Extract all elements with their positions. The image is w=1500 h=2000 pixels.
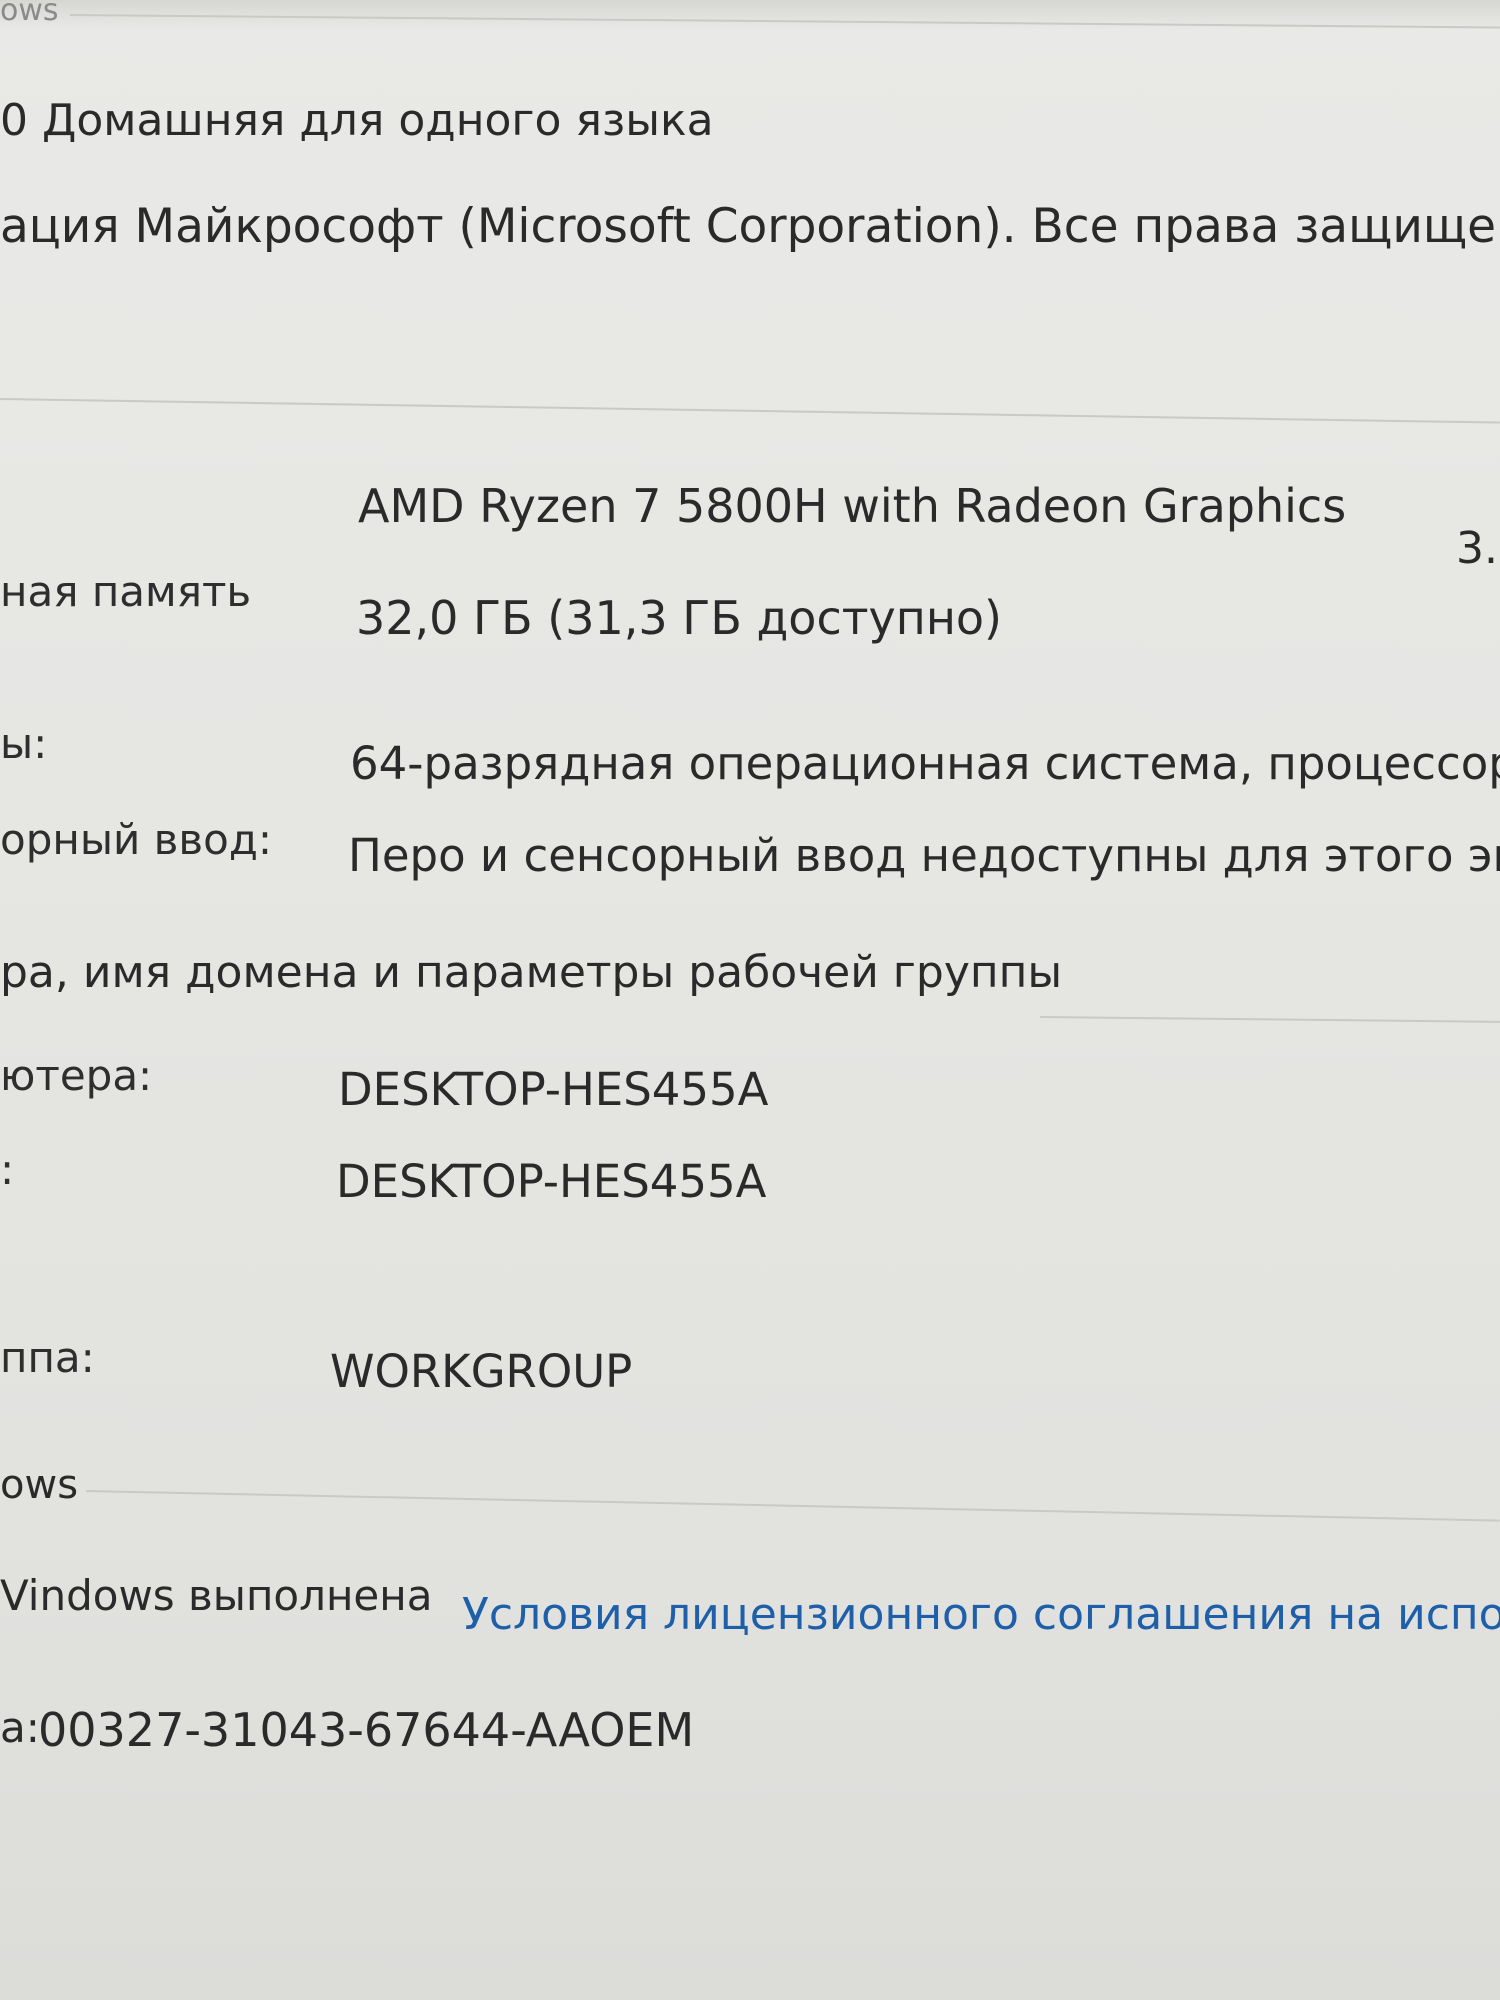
computer-name-section-divider xyxy=(1039,1016,1500,1023)
processor-value: AMD Ryzen 7 5800H with Radeon Graphics xyxy=(358,479,1347,533)
pen-touch-label: орный ввод: xyxy=(0,815,273,864)
computer-name-value: DESKTOP-HES455A xyxy=(338,1063,769,1116)
windows-edition: 0 Домашняя для одного языка xyxy=(0,95,714,146)
activation-status: Vindows выполнена xyxy=(0,1571,433,1620)
system-properties-window: ows 0 Домашняя для одного языка ация Май… xyxy=(0,0,1500,2000)
copyright-text: ация Майкрософт (Microsoft Corporation).… xyxy=(0,199,1500,254)
system-type-value: 64-разрядная операционная система, проце… xyxy=(350,737,1500,790)
computer-name-label: ютера: xyxy=(0,1051,153,1100)
license-terms-link[interactable]: Условия лицензионного соглашения на испо xyxy=(462,1589,1500,1641)
activation-section-heading: ows xyxy=(0,1462,79,1508)
activation-section-divider xyxy=(85,1490,1500,1522)
workgroup-label: ппа: xyxy=(0,1333,95,1382)
workgroup-value: WORKGROUP xyxy=(330,1345,633,1398)
ram-label: ная память xyxy=(0,567,252,616)
full-name-label: : xyxy=(0,1145,15,1194)
full-name-value: DESKTOP-HES455A xyxy=(336,1155,767,1208)
product-id-value: 00327-31043-67644-AAOEM xyxy=(38,1703,695,1757)
pen-touch-value: Перо и сенсорный ввод недоступны для это… xyxy=(348,829,1500,882)
computer-name-section-heading: ра, имя домена и параметры рабочей групп… xyxy=(0,947,1063,998)
product-id-label: a: xyxy=(0,1703,40,1752)
processor-speed: 3. xyxy=(1456,523,1498,574)
ram-value: 32,0 ГБ (31,3 ГБ доступно) xyxy=(356,591,1002,645)
system-type-label: ы: xyxy=(0,719,48,768)
section-heading-fragment-top: ows xyxy=(0,0,59,28)
system-section-divider xyxy=(0,398,1500,424)
